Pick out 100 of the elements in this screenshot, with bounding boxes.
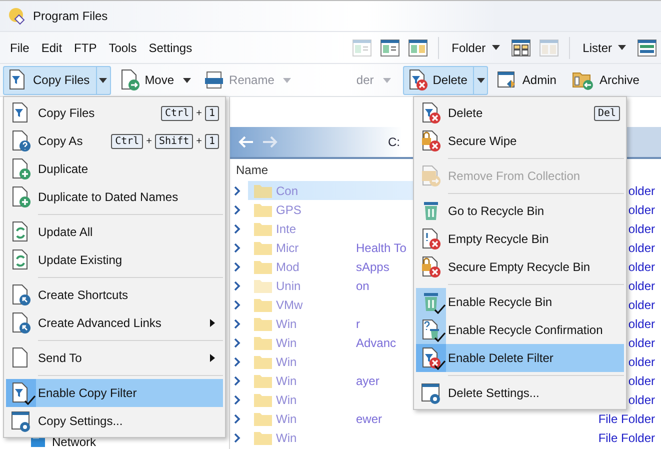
file-type: older <box>628 336 655 350</box>
menu-title[interactable]: Tools <box>102 40 143 54</box>
menu-item[interactable]: Secure Empty Recycle Bin <box>416 253 624 281</box>
folder-icon <box>254 278 272 292</box>
menu-item[interactable]: Go to Recycle Bin <box>416 197 624 225</box>
folder-icon <box>254 392 272 406</box>
layout-icon[interactable] <box>380 38 400 58</box>
menu-item[interactable]: Update All <box>6 218 223 246</box>
menu-item[interactable]: Enable Delete Filter <box>416 344 624 372</box>
menu-item[interactable]: Duplicate to Dated Names <box>6 183 223 211</box>
caret-icon <box>476 78 485 82</box>
file-type: older <box>628 354 655 368</box>
menu-title[interactable]: File <box>4 40 36 54</box>
folder-dropdown[interactable]: Folder <box>448 40 503 54</box>
file-name: sApps <box>356 260 390 274</box>
file-type: older <box>628 202 655 216</box>
window-title: Program Files <box>33 9 108 23</box>
document-question-icon <box>11 130 31 152</box>
document-delete-icon <box>421 228 441 250</box>
file-name: Health To <box>356 240 406 254</box>
toolbar-button[interactable]: Delete <box>402 66 488 94</box>
file-type: older <box>628 222 655 236</box>
menu-item[interactable]: Copy As Ctrl + Shift + 1 <box>6 127 223 155</box>
menu-item[interactable]: Enable Recycle Bin <box>416 288 624 316</box>
folder-icon <box>254 202 272 216</box>
folder-icon <box>254 260 272 274</box>
menu-item[interactable]: Update Existing <box>6 246 223 274</box>
menu-item[interactable]: Delete Settings... <box>416 379 624 407</box>
checkmark-icon <box>434 361 446 371</box>
file-name: Mod <box>276 260 300 274</box>
toolbar-button[interactable]: Move <box>114 66 196 94</box>
folder-icon <box>254 374 272 388</box>
menu-item[interactable]: Copy Files Ctrl + 1 <box>6 99 223 127</box>
breadcrumb[interactable]: C: <box>388 135 400 149</box>
admin-window-icon <box>497 70 518 90</box>
file-type: older <box>628 278 655 292</box>
file-name: ayer <box>356 374 380 388</box>
file-name: Micr <box>276 240 299 254</box>
caret-icon <box>382 78 391 82</box>
plus-sign: + <box>196 136 202 146</box>
menu-item[interactable]: Empty Recycle Bin <box>416 225 624 253</box>
menu-title[interactable]: Edit <box>35 40 68 54</box>
plus-sign: + <box>146 136 152 146</box>
toolbar-button[interactable]: Admin <box>492 66 564 94</box>
rename-field-icon <box>204 70 224 90</box>
tree-item[interactable]: Network <box>52 434 96 448</box>
menu-item[interactable]: Enable Copy Filter <box>6 379 223 407</box>
lister-dropdown[interactable]: Lister <box>580 40 629 54</box>
file-name: Win <box>276 316 297 330</box>
file-type: older <box>628 374 655 388</box>
document-trash-icon <box>421 319 441 341</box>
trash-icon <box>421 200 441 222</box>
folder-icon <box>254 298 272 312</box>
menu-item[interactable]: Secure Wipe <box>416 127 624 155</box>
folder-icon <box>254 412 272 426</box>
menu-item[interactable]: Copy Settings... <box>6 407 223 435</box>
settings-icon <box>11 410 31 432</box>
document-delete-icon <box>421 102 441 124</box>
folder-icon <box>254 184 272 198</box>
file-type: older <box>628 260 655 274</box>
menu-item[interactable]: Send To <box>6 344 223 372</box>
toolbar-button[interactable]: Copy Files <box>3 66 111 94</box>
menu-item[interactable]: Delete Del <box>416 99 624 127</box>
folder-icon <box>254 354 272 368</box>
key-cap: 1 <box>204 106 219 120</box>
file-type: older <box>628 298 655 312</box>
file-name: Win <box>276 430 297 444</box>
settings-icon <box>421 382 441 404</box>
document-plus-icon <box>11 158 31 180</box>
file-type: older <box>628 184 655 198</box>
toolbar-button[interactable]: Archive <box>567 66 646 94</box>
lock-delete-icon <box>421 256 441 278</box>
menu-item[interactable]: Duplicate <box>6 155 223 183</box>
plus-sign: + <box>196 108 202 118</box>
menu-title[interactable]: Settings <box>142 40 198 54</box>
menu-item[interactable]: Enable Recycle Confirmation <box>416 316 624 344</box>
file-type: older <box>628 392 655 406</box>
file-type: File Folder <box>598 412 655 426</box>
caret-icon <box>99 78 108 82</box>
document-plus-icon <box>11 186 31 208</box>
checkmark-icon <box>434 305 446 315</box>
menu-title[interactable]: FTP <box>68 40 103 54</box>
menu-item[interactable]: Create Shortcuts <box>6 281 223 309</box>
file-name: Win <box>276 336 297 350</box>
folder-icon <box>254 240 272 254</box>
file-name: Advanc <box>356 336 396 350</box>
folder-icon <box>254 316 272 330</box>
key-cap: 1 <box>204 134 219 148</box>
grid-layout-icon[interactable] <box>510 38 531 58</box>
document-delete-icon <box>421 347 441 369</box>
menu-item[interactable]: Create Advanced Links <box>6 309 223 337</box>
file-name: Unin <box>276 278 301 292</box>
column-header[interactable]: Name <box>236 163 268 177</box>
document-shortcut-icon <box>11 312 31 334</box>
file-type: older <box>628 240 655 254</box>
app-logo-icon <box>8 7 26 25</box>
layout-icon[interactable] <box>408 38 428 58</box>
file-name: on <box>356 278 370 292</box>
caret-icon <box>618 45 626 50</box>
list-layout-icon[interactable] <box>637 38 657 58</box>
